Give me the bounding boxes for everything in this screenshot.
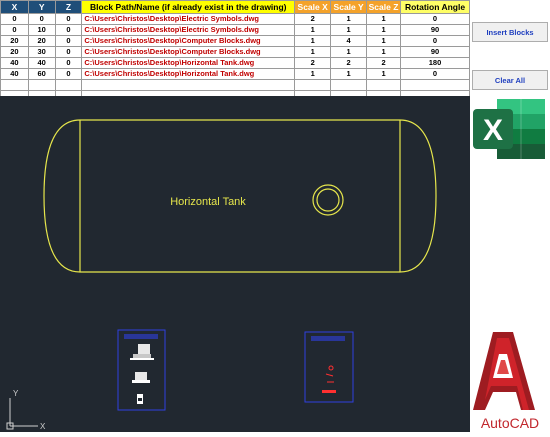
cell-scale-x[interactable]: 1: [294, 24, 332, 36]
header-block-path[interactable]: Block Path/Name (if already exist in the…: [81, 0, 296, 14]
cell-scale-x[interactable]: 2: [294, 57, 332, 69]
header-y[interactable]: Y: [27, 0, 56, 14]
cell-scale-y[interactable]: 4: [330, 35, 368, 47]
cell-x[interactable]: 20: [0, 46, 29, 58]
cell-y[interactable]: 10: [27, 24, 56, 36]
blocks-table: X Y Z Block Path/Name (if already exist …: [0, 0, 470, 102]
empty-cell[interactable]: [330, 79, 368, 91]
cell-block-path[interactable]: C:\Users\Christos\Desktop\Electric Symbo…: [81, 24, 296, 36]
cell-scale-x[interactable]: 1: [294, 46, 332, 58]
header-z[interactable]: Z: [54, 0, 83, 14]
cell-y[interactable]: 60: [27, 68, 56, 80]
cell-y[interactable]: 0: [27, 13, 56, 25]
cell-scale-y[interactable]: 1: [330, 24, 368, 36]
clear-all-button[interactable]: Clear All: [472, 70, 548, 90]
table-row: 0 10 0 C:\Users\Christos\Desktop\Electri…: [0, 24, 470, 36]
header-x[interactable]: X: [0, 0, 29, 14]
cell-scale-x[interactable]: 1: [294, 35, 332, 47]
empty-cell[interactable]: [294, 79, 332, 91]
cell-scale-y[interactable]: 1: [330, 46, 368, 58]
cell-scale-z[interactable]: 1: [366, 68, 402, 80]
cell-y[interactable]: 30: [27, 46, 56, 58]
tank-nozzle-inner[interactable]: [316, 188, 340, 212]
cell-rotation[interactable]: 180: [400, 57, 470, 69]
cell-rotation[interactable]: 0: [400, 35, 470, 47]
cell-x[interactable]: 40: [0, 68, 29, 80]
cell-x[interactable]: 40: [0, 57, 29, 69]
empty-cell[interactable]: [0, 79, 29, 91]
empty-cell[interactable]: [81, 79, 296, 91]
cell-block-path[interactable]: C:\Users\Christos\Desktop\Electric Symbo…: [81, 13, 296, 25]
table-header-row: X Y Z Block Path/Name (if already exist …: [0, 0, 470, 14]
header-scale-y[interactable]: Scale Y: [330, 0, 368, 14]
empty-cell[interactable]: [366, 79, 402, 91]
excel-logo-letter: X: [483, 114, 503, 147]
autocad-logo-text: AutoCAD: [481, 415, 539, 431]
cell-block-path[interactable]: C:\Users\Christos\Desktop\Horizontal Tan…: [81, 68, 296, 80]
table-row: 0 0 0 C:\Users\Christos\Desktop\Electric…: [0, 13, 470, 25]
ucs-x-label: X: [40, 422, 46, 431]
laptop-icon[interactable]: [132, 372, 150, 383]
cell-z[interactable]: 0: [54, 24, 83, 36]
cell-scale-z[interactable]: 1: [366, 35, 402, 47]
cell-z[interactable]: 0: [54, 35, 83, 47]
cell-rotation[interactable]: 90: [400, 46, 470, 58]
printer-icon[interactable]: [137, 394, 143, 404]
cell-rotation[interactable]: 0: [400, 13, 470, 25]
empty-cell[interactable]: [27, 79, 56, 91]
cell-x[interactable]: 20: [0, 35, 29, 47]
cell-scale-y[interactable]: 1: [330, 13, 368, 25]
tank-label[interactable]: Horizontal Tank: [170, 196, 246, 208]
ucs-icon: Y X: [6, 389, 46, 431]
header-rotation-angle[interactable]: Rotation Angle: [400, 0, 470, 14]
cell-y[interactable]: 40: [27, 57, 56, 69]
cell-x[interactable]: 0: [0, 13, 29, 25]
cell-scale-x[interactable]: 2: [294, 13, 332, 25]
cell-z[interactable]: 0: [54, 13, 83, 25]
table-row: 20 20 0 C:\Users\Christos\Desktop\Comput…: [0, 35, 470, 47]
cell-scale-z[interactable]: 1: [366, 24, 402, 36]
cell-block-path[interactable]: C:\Users\Christos\Desktop\Horizontal Tan…: [81, 57, 296, 69]
table-row: 20 30 0 C:\Users\Christos\Desktop\Comput…: [0, 46, 470, 58]
cell-rotation[interactable]: 90: [400, 24, 470, 36]
cell-scale-y[interactable]: 2: [330, 57, 368, 69]
table-row: 40 40 0 C:\Users\Christos\Desktop\Horizo…: [0, 57, 470, 69]
table-row: 40 60 0 C:\Users\Christos\Desktop\Horizo…: [0, 68, 470, 80]
drawing-canvas[interactable]: Horizontal Tank Y X: [0, 96, 470, 432]
cell-x[interactable]: 0: [0, 24, 29, 36]
cell-scale-y[interactable]: 1: [330, 68, 368, 80]
autocad-drawing-area[interactable]: Horizontal Tank Y X: [0, 96, 470, 432]
cell-scale-z[interactable]: 2: [366, 57, 402, 69]
empty-row: [0, 79, 470, 91]
cell-y[interactable]: 20: [27, 35, 56, 47]
cell-scale-z[interactable]: 1: [366, 46, 402, 58]
cell-scale-x[interactable]: 1: [294, 68, 332, 80]
header-scale-z[interactable]: Scale Z: [366, 0, 402, 14]
electric-symbols-caption: [311, 336, 345, 341]
autocad-logo: AutoCAD: [473, 332, 539, 431]
computer-blocks-caption: [124, 334, 158, 339]
ucs-y-label: Y: [13, 389, 19, 398]
cell-z[interactable]: 0: [54, 68, 83, 80]
cell-block-path[interactable]: C:\Users\Christos\Desktop\Computer Block…: [81, 46, 296, 58]
excel-logo: X: [473, 99, 545, 159]
electric-symbol-icon[interactable]: [322, 365, 336, 393]
empty-cell[interactable]: [400, 79, 470, 91]
empty-cell[interactable]: [54, 79, 83, 91]
cell-z[interactable]: 0: [54, 57, 83, 69]
cell-block-path[interactable]: C:\Users\Christos\Desktop\Computer Block…: [81, 35, 296, 47]
header-scale-x[interactable]: Scale X: [294, 0, 332, 14]
insert-blocks-button[interactable]: Insert Blocks: [472, 22, 548, 42]
cell-scale-z[interactable]: 1: [366, 13, 402, 25]
cell-rotation[interactable]: 0: [400, 68, 470, 80]
spreadsheet-area: X Y Z Block Path/Name (if already exist …: [0, 0, 470, 102]
cell-z[interactable]: 0: [54, 46, 83, 58]
desktop-computer-icon[interactable]: [130, 344, 154, 360]
